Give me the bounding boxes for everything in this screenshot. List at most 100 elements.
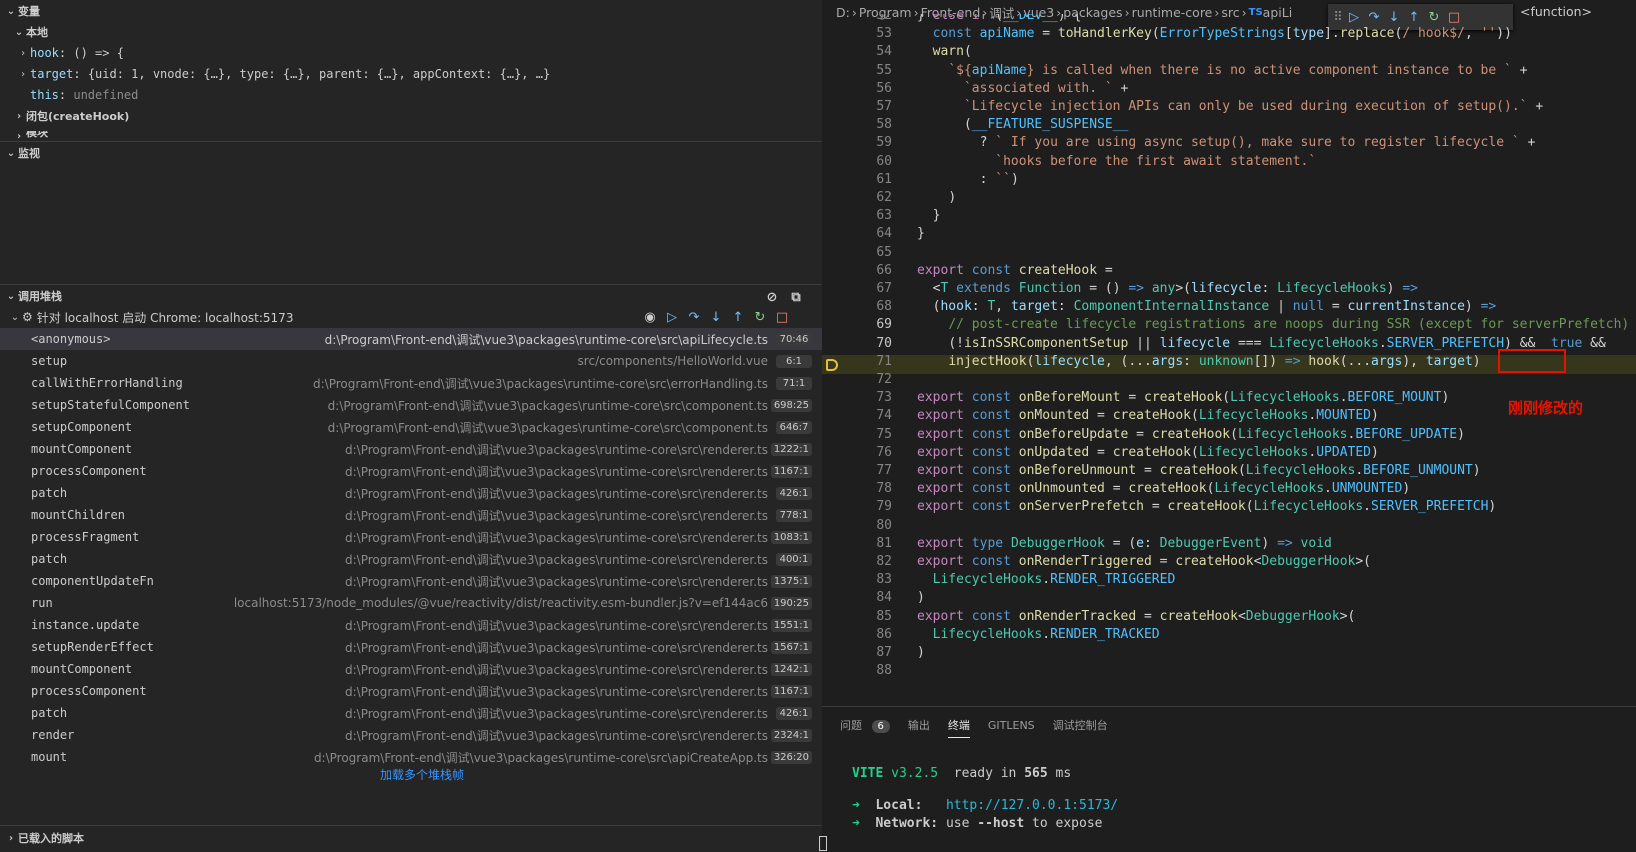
code-line[interactable]: 83 LifecycleHooks.RENDER_TRIGGERED: [822, 570, 1636, 589]
line-number[interactable]: 58: [822, 117, 892, 132]
line-number[interactable]: 80: [822, 518, 892, 533]
variable-row[interactable]: › hook: () => {: [16, 42, 124, 64]
line-number[interactable]: 62: [822, 190, 892, 205]
code-line[interactable]: 62 ): [822, 188, 1636, 207]
load-more-frames-link[interactable]: 加载多个堆栈帧: [380, 766, 464, 783]
tab-problems[interactable]: 问题 6: [840, 717, 890, 733]
line-number[interactable]: 84: [822, 590, 892, 605]
callstack-frame[interactable]: setupComponent d:\Program\Front-end\调试\vu…: [0, 416, 822, 438]
callstack-frame[interactable]: <anonymous> d:\Program\Front-end\调试\vue3\…: [0, 328, 822, 350]
code-line[interactable]: 57 `Lifecycle injection APIs can only be…: [822, 97, 1636, 116]
line-number[interactable]: 87: [822, 645, 892, 660]
code-line[interactable]: 61 : ``): [822, 170, 1636, 189]
callstack-frame[interactable]: instance.update d:\Program\Front-end\调试\v…: [0, 614, 822, 636]
callstack-frame[interactable]: setupStatefulComponent d:\Program\Front-e…: [0, 394, 822, 416]
callstack-section-header[interactable]: ⌄ 调用堆栈 ⊘ ⧉: [0, 285, 822, 307]
line-number[interactable]: 60: [822, 154, 892, 169]
line-number[interactable]: 64: [822, 226, 892, 241]
variable-row[interactable]: this: undefined: [30, 84, 138, 106]
line-number[interactable]: 56: [822, 81, 892, 96]
code-line[interactable]: 80: [822, 516, 1636, 535]
code-line[interactable]: 67 <T extends Function = () => any>(life…: [822, 279, 1636, 298]
code-line[interactable]: 53 const apiName = toHandlerKey(ErrorTyp…: [822, 24, 1636, 43]
callstack-frame[interactable]: patch d:\Program\Front-end\调试\vue3\packag…: [0, 482, 822, 504]
code-line[interactable]: 66 export const createHook =: [822, 261, 1636, 280]
watch-section-header[interactable]: ⌄ 监视: [0, 142, 40, 164]
callstack-frame[interactable]: patch d:\Program\Front-end\调试\vue3\packag…: [0, 702, 822, 724]
code-line[interactable]: 60 `hooks before the first await stateme…: [822, 152, 1636, 171]
line-number[interactable]: 68: [822, 299, 892, 314]
stop-icon[interactable]: □: [772, 307, 792, 327]
line-number[interactable]: 57: [822, 99, 892, 114]
callstack-frame[interactable]: render d:\Program\Front-end\调试\vue3\packa…: [0, 724, 822, 746]
local-scope-header[interactable]: ⌄ 本地: [8, 21, 48, 43]
callstack-frame[interactable]: mountComponent d:\Program\Front-end\调试\vu…: [0, 658, 822, 680]
line-number[interactable]: 53: [822, 26, 892, 41]
line-number[interactable]: 82: [822, 554, 892, 569]
callstack-frame[interactable]: mountComponent d:\Program\Front-end\调试\vu…: [0, 438, 822, 460]
closure-scope-header[interactable]: › 闭包(createHook): [8, 105, 129, 127]
code-line[interactable]: 69 // post-create lifecycle registration…: [822, 315, 1636, 334]
callstack-frame[interactable]: patch d:\Program\Front-end\调试\vue3\packag…: [0, 548, 822, 570]
code-line[interactable]: 68 (hook: T, target: ComponentInternalIn…: [822, 297, 1636, 316]
line-number[interactable]: 88: [822, 663, 892, 678]
code-line[interactable]: 58 (__FEATURE_SUSPENSE__: [822, 115, 1636, 134]
step-out-icon[interactable]: ↑: [728, 307, 748, 327]
line-number[interactable]: 69: [822, 317, 892, 332]
step-into-icon[interactable]: ↓: [706, 307, 726, 327]
module-scope-header[interactable]: › 模块: [8, 131, 48, 140]
code-line[interactable]: 65: [822, 243, 1636, 262]
code-line[interactable]: 86 LifecycleHooks.RENDER_TRACKED: [822, 625, 1636, 644]
tab-terminal[interactable]: 终端: [947, 712, 970, 738]
callstack-frame[interactable]: componentUpdateFn d:\Program\Front-end\调试…: [0, 570, 822, 592]
code-line[interactable]: 63 }: [822, 206, 1636, 225]
line-number[interactable]: 78: [822, 481, 892, 496]
callstack-frame[interactable]: processComponent d:\Program\Front-end\调试\…: [0, 460, 822, 482]
callstack-frame[interactable]: setupRenderEffect d:\Program\Front-end\调试…: [0, 636, 822, 658]
code-line[interactable]: 76 export const onUpdated = createHook(Li…: [822, 443, 1636, 462]
callstack-frame[interactable]: setup src/components/HelloWorld.vue 6:1: [0, 350, 822, 372]
line-number[interactable]: 54: [822, 44, 892, 59]
line-number[interactable]: 61: [822, 172, 892, 187]
variable-row[interactable]: › target: {uid: 1, vnode: {…}, type: {…}…: [16, 63, 550, 85]
local-url-link[interactable]: http://127.0.0.1:5173/: [946, 798, 1118, 813]
line-number[interactable]: 52: [822, 14, 892, 23]
stop-recording-icon[interactable]: ◉: [640, 307, 660, 327]
code-line[interactable]: 56 `associated with. ` +: [822, 79, 1636, 98]
tab-output[interactable]: 输出: [908, 717, 930, 733]
line-number[interactable]: 86: [822, 627, 892, 642]
code-line[interactable]: 78 export const onUnmounted = createHook(…: [822, 479, 1636, 498]
step-over-icon[interactable]: ↷: [684, 307, 704, 327]
line-number[interactable]: 63: [822, 208, 892, 223]
loaded-scripts-header[interactable]: › 已载入的脚本: [0, 827, 84, 849]
line-number[interactable]: 72: [822, 372, 892, 387]
line-number[interactable]: 76: [822, 445, 892, 460]
callstack-frame[interactable]: mountChildren d:\Program\Front-end\调试\vue…: [0, 504, 822, 526]
restart-icon[interactable]: ↻: [750, 307, 770, 327]
callstack-frame[interactable]: mount d:\Program\Front-end\调试\vue3\packag…: [0, 746, 822, 768]
line-number[interactable]: 79: [822, 499, 892, 514]
line-number[interactable]: 83: [822, 572, 892, 587]
continue-icon[interactable]: ▷: [662, 307, 682, 327]
line-number[interactable]: 70: [822, 336, 892, 351]
callstack-frame[interactable]: callWithErrorHandling d:\Program\Front-en…: [0, 372, 822, 394]
callstack-frame[interactable]: processComponent d:\Program\Front-end\调试\…: [0, 680, 822, 702]
line-number[interactable]: 74: [822, 408, 892, 423]
debug-session-row[interactable]: ⌄ ⚙ 针对 localhost 启动 Chrome: localhost:51…: [4, 306, 822, 328]
code-line[interactable]: 85 export const onRenderTracked = createH…: [822, 607, 1636, 626]
code-line[interactable]: 77 export const onBeforeUnmount = createH…: [822, 461, 1636, 480]
line-number[interactable]: 77: [822, 463, 892, 478]
code-line[interactable]: 55 `${apiName} is called when there is n…: [822, 61, 1636, 80]
line-number[interactable]: 67: [822, 281, 892, 296]
line-number[interactable]: 75: [822, 427, 892, 442]
code-line[interactable]: 88: [822, 661, 1636, 680]
line-number[interactable]: 73: [822, 390, 892, 405]
line-number[interactable]: 71: [822, 354, 892, 369]
line-number[interactable]: 59: [822, 135, 892, 150]
line-number[interactable]: 81: [822, 536, 892, 551]
line-number[interactable]: 85: [822, 609, 892, 624]
code-line[interactable]: 64}: [822, 224, 1636, 243]
copy-icon[interactable]: ⧉: [786, 287, 806, 307]
collapse-all-icon[interactable]: ⊘: [762, 287, 782, 307]
code-line[interactable]: 82 export const onRenderTriggered = creat…: [822, 552, 1636, 571]
